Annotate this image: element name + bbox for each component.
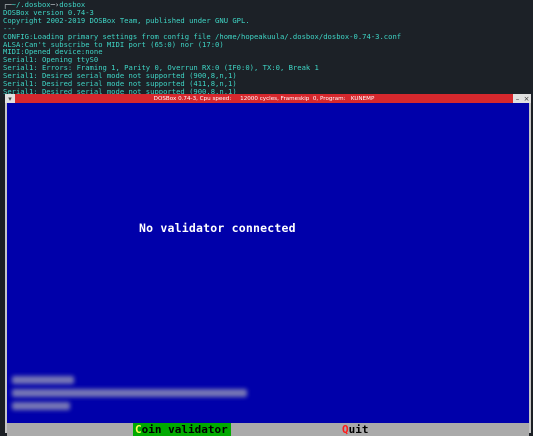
close-icon[interactable]: × bbox=[522, 94, 531, 103]
bottom-menu-bar: Coin validator Quit bbox=[7, 423, 529, 436]
dosbox-window[interactable]: ▾ DOSBox 0.74-3, Cpu speed: 12000 cycles… bbox=[5, 94, 531, 436]
dos-screen[interactable]: No validator connected Coin validator Qu… bbox=[7, 103, 529, 436]
window-menu-icon[interactable]: ▾ bbox=[5, 94, 15, 103]
status-message: No validator connected bbox=[139, 221, 296, 235]
window-titlebar[interactable]: ▾ DOSBox 0.74-3, Cpu speed: 12000 cycles… bbox=[5, 94, 531, 103]
terminal[interactable]: ┌─~/.dosbox─›dosbox DOSBox version 0.74-… bbox=[0, 0, 533, 97]
window-title: DOSBox 0.74-3, Cpu speed: 12000 cycles, … bbox=[153, 95, 375, 102]
coin-validator-menu-item[interactable]: Coin validator bbox=[133, 423, 231, 436]
quit-menu-item[interactable]: Quit bbox=[342, 423, 369, 436]
terminal-line: Copyright 2002-2019 DOSBox Team, publish… bbox=[3, 15, 250, 25]
minimize-icon[interactable]: – bbox=[513, 94, 522, 103]
obscured-text-block bbox=[12, 376, 262, 424]
